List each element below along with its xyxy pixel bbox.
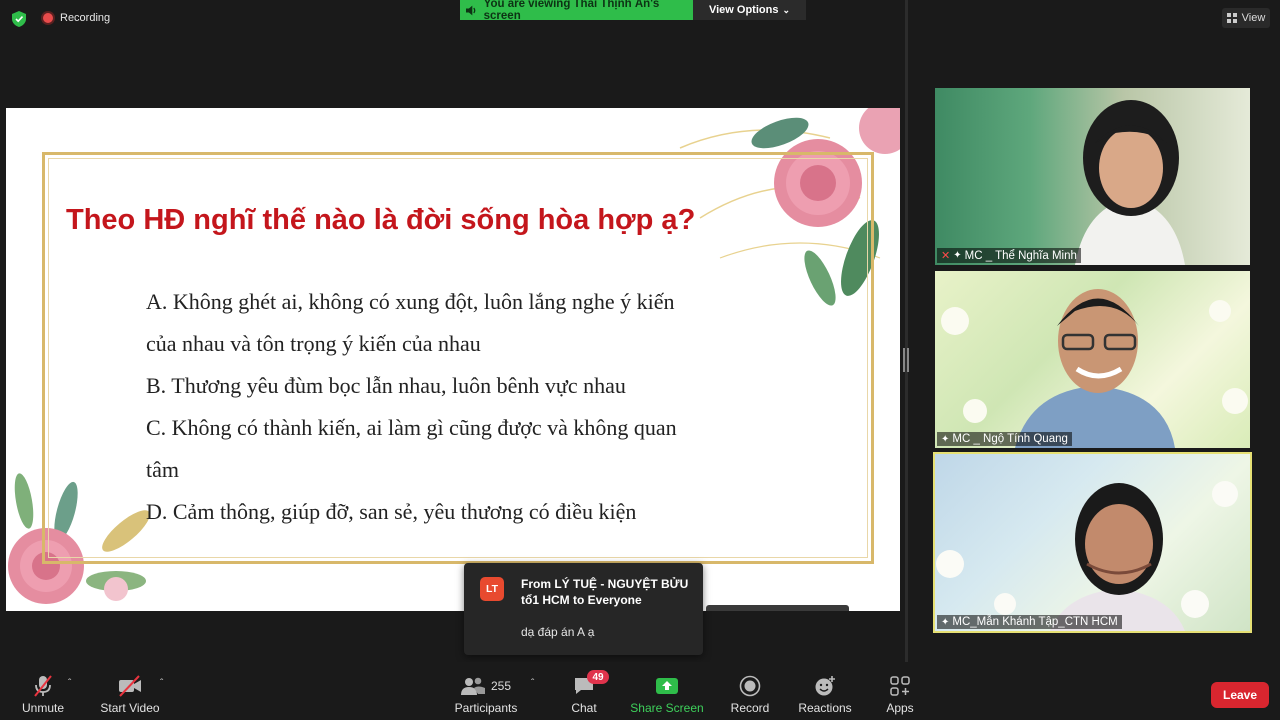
- participant-name: MC _ Thể Nghĩa Minh: [964, 249, 1077, 262]
- participant-name-tag: ✕ ✦ MC _ Thể Nghĩa Minh: [937, 248, 1081, 263]
- chat-message-text: dạ đáp án A ạ: [521, 625, 595, 639]
- share-screen-label: Share Screen: [630, 701, 704, 715]
- participants-count: 255: [490, 679, 512, 693]
- slide-line-2: của nhau và tôn trọng ý kiến của nhau: [146, 331, 481, 356]
- slide-line-4: C. Không có thành kiến, ai làm gì cũng đ…: [146, 415, 677, 440]
- participant-name: MC _ Ngộ Tính Quang: [952, 433, 1068, 445]
- slide-line-1: A. Không ghét ai, không có xung đột, luô…: [146, 289, 675, 314]
- participants-icon: [460, 677, 485, 695]
- chat-preview-tab: [706, 605, 849, 611]
- shared-screen-slide: Theo HĐ nghĩ thế nào là đời sống hòa hợp…: [6, 108, 900, 611]
- meeting-toolbar: Unmute ˆ Start Video ˆ 255 Participants …: [0, 662, 1280, 720]
- slide-line-5: tâm: [146, 457, 179, 482]
- participant-name-tag: ✦ MC _ Ngộ Tính Quang: [937, 432, 1072, 446]
- participants-button[interactable]: 255 Participants: [452, 662, 520, 720]
- apps-grid-icon: [890, 676, 910, 696]
- banner-text: You are viewing Thái Thịnh Ấn's screen: [483, 0, 660, 22]
- participant-avatar: [1075, 100, 1185, 265]
- chat-label: Chat: [571, 701, 597, 715]
- view-options-button[interactable]: View Options ⌄: [693, 0, 806, 20]
- view-options-label: View Options: [708, 4, 779, 16]
- video-options-caret-icon[interactable]: ˆ: [160, 678, 163, 689]
- chat-sender-line: From LÝ TUỆ - NGUYỆT BỬU tổ1 HCM to Ever…: [521, 577, 689, 607]
- share-screen-button[interactable]: Share Screen: [630, 662, 704, 720]
- participants-options-caret-icon[interactable]: ˆ: [531, 678, 534, 689]
- unmute-label: Unmute: [21, 701, 65, 715]
- participant-avatar: [936, 481, 1238, 631]
- participant-avatar: [941, 289, 1248, 448]
- start-video-label: Start Video: [100, 701, 160, 715]
- reactions-button[interactable]: Reactions: [796, 662, 854, 720]
- grid-view-icon: [1226, 13, 1237, 23]
- audio-options-caret-icon[interactable]: ˆ: [68, 678, 71, 689]
- recording-indicator-icon: [43, 13, 53, 23]
- participant-video-tile[interactable]: ✕ ✦ MC _ Thể Nghĩa Minh: [935, 88, 1250, 265]
- share-screen-icon: [656, 678, 678, 694]
- security-shield-icon[interactable]: [12, 11, 26, 27]
- reactions-smiley-icon: [815, 676, 835, 696]
- pin-icon: ✦: [953, 250, 962, 261]
- recording-label: Recording: [60, 12, 111, 24]
- apps-button[interactable]: Apps: [878, 662, 922, 720]
- slide-question-title: Theo HĐ nghĩ thế nào là đời sống hòa hợp…: [66, 204, 696, 236]
- slide-line-3: B. Thương yêu đùm bọc lẫn nhau, luôn bên…: [146, 373, 626, 398]
- speaker-icon: [466, 5, 476, 15]
- chat-button[interactable]: 49 Chat: [560, 662, 609, 720]
- leave-button[interactable]: Leave: [1211, 682, 1269, 708]
- participant-video-tile[interactable]: ✦ MC _ Ngộ Tính Quang: [935, 271, 1250, 448]
- record-icon: [739, 675, 761, 697]
- mic-muted-icon: ✕: [941, 250, 951, 262]
- view-button[interactable]: View: [1222, 8, 1270, 28]
- chevron-down-icon: ⌄: [782, 4, 791, 15]
- chat-notification-popup[interactable]: LT From LÝ TUỆ - NGUYỆT BỬU tổ1 HCM to E…: [464, 563, 703, 655]
- pin-icon: ✦: [941, 616, 950, 628]
- participants-label: Participants: [454, 701, 518, 715]
- participant-name: MC_Mẫn Khánh Tập_CTN HCM: [952, 616, 1118, 628]
- viewing-screen-banner: You are viewing Thái Thịnh Ấn's screen: [460, 0, 693, 22]
- view-label: View: [1241, 12, 1266, 24]
- slide-line-6: D. Cảm thông, giúp đỡ, san sẻ, yêu thươn…: [146, 499, 637, 524]
- drag-handle-icon[interactable]: [902, 348, 910, 372]
- sender-avatar: LT: [480, 577, 504, 601]
- pin-icon: ✦: [941, 433, 950, 445]
- record-button[interactable]: Record: [726, 662, 774, 720]
- reactions-label: Reactions: [798, 701, 852, 715]
- start-video-button[interactable]: Start Video: [98, 662, 162, 720]
- microphone-muted-icon: [34, 675, 52, 697]
- chat-unread-badge: 49: [587, 670, 609, 684]
- active-speaker-video-tile[interactable]: ✦ MC_Mẫn Khánh Tập_CTN HCM: [933, 452, 1252, 633]
- panel-divider[interactable]: [905, 0, 908, 662]
- apps-label: Apps: [886, 701, 914, 715]
- unmute-button[interactable]: Unmute: [14, 662, 72, 720]
- record-label: Record: [730, 701, 770, 715]
- participant-name-tag: ✦ MC_Mẫn Khánh Tập_CTN HCM: [937, 615, 1122, 629]
- video-camera-off-icon: [119, 675, 141, 697]
